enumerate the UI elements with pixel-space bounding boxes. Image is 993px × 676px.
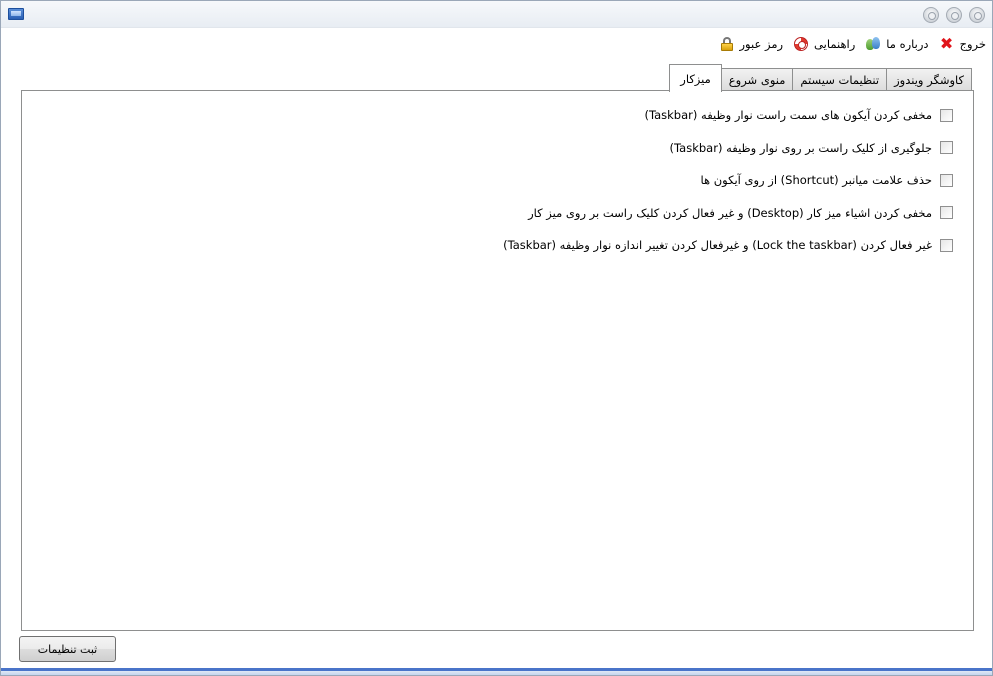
tab-desktop[interactable]: میزکار xyxy=(669,64,722,92)
app-icon xyxy=(8,8,24,20)
menu-bar: رمز عبور راهنمایی درباره ما ✖ خروج xyxy=(719,34,986,54)
option-hide-desktop-items[interactable]: مخفی کردن اشیاء میز کار (Desktop) و غیر … xyxy=(503,197,953,230)
lifebuoy-icon xyxy=(793,36,809,52)
option-disable-taskbar-right-click[interactable]: جلوگیری از کلیک راست بر روی نوار وظیفه (… xyxy=(503,132,953,165)
option-label: جلوگیری از کلیک راست بر روی نوار وظیفه (… xyxy=(669,140,932,155)
menu-item-exit-label: خروج xyxy=(959,37,986,51)
option-lock-taskbar[interactable]: غیر فعال کردن (Lock the taskbar) و غیرفع… xyxy=(503,229,953,262)
menu-item-password-label: رمز عبور xyxy=(739,37,784,51)
menu-item-password[interactable]: رمز عبور xyxy=(719,36,784,52)
menu-item-exit[interactable]: ✖ خروج xyxy=(939,36,986,52)
close-x-icon: ✖ xyxy=(939,34,954,53)
option-label: مخفی کردن آیکون های سمت راست نوار وظیفه … xyxy=(644,108,932,123)
option-remove-shortcut-arrow[interactable]: حذف علامت میانبر (Shortcut) از روی آیکون… xyxy=(503,164,953,197)
save-settings-button[interactable]: ثبت تنظیمات xyxy=(19,636,116,662)
option-label: حذف علامت میانبر (Shortcut) از روی آیکون… xyxy=(700,173,932,188)
option-label: مخفی کردن اشیاء میز کار (Desktop) و غیر … xyxy=(528,205,932,220)
options-list: مخفی کردن آیکون های سمت راست نوار وظیفه … xyxy=(503,99,953,262)
tab-strip: میزکار منوی شروع تنظیمات سیستم کاوشگر وی… xyxy=(669,64,972,92)
checkbox[interactable] xyxy=(940,206,953,220)
title-bar[interactable] xyxy=(1,1,992,28)
close-window-button[interactable] xyxy=(969,7,985,23)
tab-start-menu[interactable]: منوی شروع xyxy=(720,68,794,91)
option-hide-tray-icons[interactable]: مخفی کردن آیکون های سمت راست نوار وظیفه … xyxy=(503,99,953,132)
option-label: غیر فعال کردن (Lock the taskbar) و غیرفع… xyxy=(503,238,932,253)
checkbox[interactable] xyxy=(940,173,953,187)
checkbox[interactable] xyxy=(940,108,953,122)
users-icon xyxy=(865,36,881,52)
tab-system-settings[interactable]: تنظیمات سیستم xyxy=(792,68,888,91)
menu-item-help[interactable]: راهنمایی xyxy=(793,36,855,52)
menu-item-about-label: درباره ما xyxy=(886,37,929,51)
maximize-button[interactable] xyxy=(946,7,962,23)
tab-panel-desktop: مخفی کردن آیکون های سمت راست نوار وظیفه … xyxy=(21,90,974,631)
checkbox[interactable] xyxy=(940,141,953,155)
menu-item-about[interactable]: درباره ما xyxy=(865,36,929,52)
checkbox[interactable] xyxy=(940,238,953,252)
lock-icon xyxy=(719,36,735,52)
bottom-frame xyxy=(1,671,992,675)
menu-item-help-label: راهنمایی xyxy=(814,37,856,51)
app-window: رمز عبور راهنمایی درباره ما ✖ خروج میزکا… xyxy=(0,0,993,676)
minimize-button[interactable] xyxy=(923,7,939,23)
tab-windows-explorer[interactable]: کاوشگر ویندوز xyxy=(886,68,972,91)
